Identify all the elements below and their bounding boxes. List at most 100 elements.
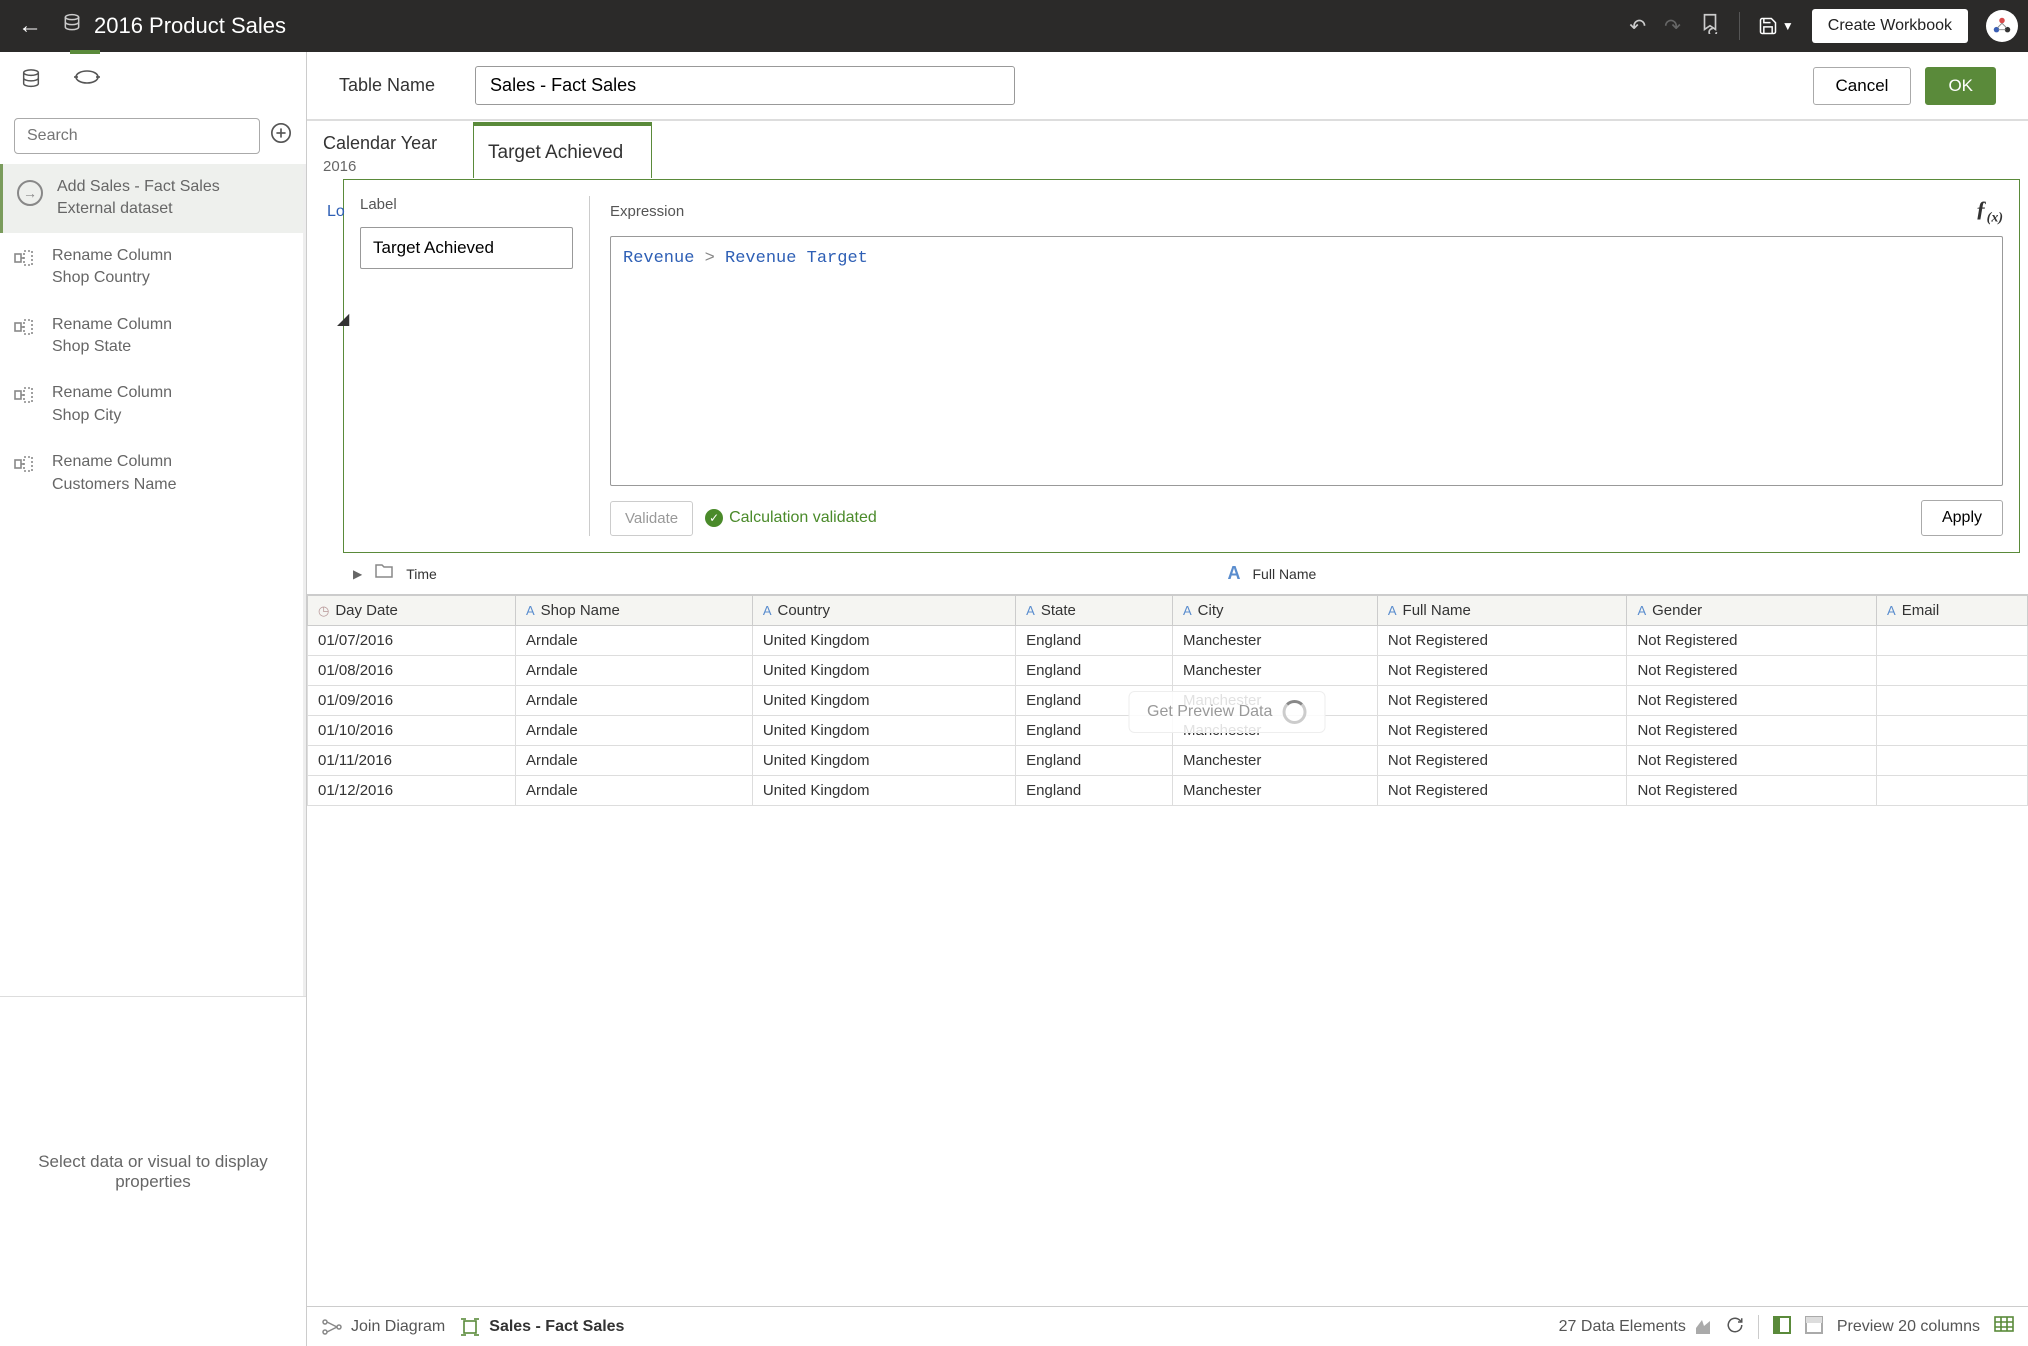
column-header[interactable]: AState [1016, 596, 1173, 626]
table-cell: Not Registered [1627, 686, 1877, 716]
text-type-icon: A [1637, 603, 1646, 618]
table-cell: Not Registered [1377, 776, 1627, 806]
active-table-tab[interactable]: Sales - Fact Sales [459, 1318, 624, 1336]
column-header[interactable]: ◷Day Date [308, 596, 516, 626]
table-row[interactable]: 01/08/2016ArndaleUnited KingdomEnglandMa… [308, 656, 2028, 686]
tab-target-achieved[interactable]: Target Achieved [473, 122, 652, 178]
table-cell [1877, 626, 2028, 656]
table-cell: Not Registered [1377, 686, 1627, 716]
step-item[interactable]: Rename ColumnCustomers Name [0, 439, 303, 508]
sidebar-tab-steps-icon[interactable] [70, 64, 104, 100]
step-item[interactable]: Rename ColumnShop State [0, 302, 303, 371]
truncated-text: Lo [327, 203, 345, 221]
table-cell: United Kingdom [752, 686, 1015, 716]
text-type-icon: A [763, 603, 772, 618]
step-item[interactable]: → Add Sales - Fact SalesExternal dataset [0, 164, 303, 233]
table-cell: Arndale [515, 746, 752, 776]
group-time[interactable]: ▶ Time [323, 563, 1138, 584]
table-cell: England [1016, 626, 1173, 656]
text-type-icon: A [1228, 563, 1241, 584]
column-fullname-header[interactable]: A Full Name [1178, 563, 2013, 584]
expression-editor[interactable]: Revenue > Revenue Target [610, 236, 2003, 486]
table-cell: 01/11/2016 [308, 746, 516, 776]
table-name-input[interactable] [475, 66, 1015, 105]
text-type-icon: A [1887, 603, 1896, 618]
properties-placeholder: Select data or visual to display propert… [0, 996, 306, 1346]
table-cell: Not Registered [1627, 716, 1877, 746]
table-cell: 01/07/2016 [308, 626, 516, 656]
rename-column-icon [14, 386, 38, 409]
apply-button[interactable]: Apply [1921, 500, 2003, 536]
table-cell: Not Registered [1627, 626, 1877, 656]
grid-icon[interactable] [1994, 1316, 2014, 1337]
layout-left-icon[interactable] [1773, 1316, 1791, 1337]
column-context: Calendar Year 2016 [323, 121, 473, 179]
step-item[interactable]: Rename ColumnShop Country [0, 233, 303, 302]
table-cell: England [1016, 746, 1173, 776]
table-cell [1877, 776, 2028, 806]
table-cell: Arndale [515, 626, 752, 656]
step-item[interactable]: Rename ColumnShop City [0, 370, 303, 439]
table-cell: United Kingdom [752, 716, 1015, 746]
sidebar-tab-data-icon[interactable] [16, 64, 46, 100]
table-cell: Not Registered [1377, 626, 1627, 656]
check-circle-icon: ✓ [705, 509, 723, 527]
spinner-icon [1282, 700, 1306, 724]
fx-icon[interactable]: ƒ(x) [1976, 196, 2003, 226]
column-header[interactable]: AShop Name [515, 596, 752, 626]
table-cell: Not Registered [1627, 776, 1877, 806]
table-cell [1877, 746, 2028, 776]
table-row[interactable]: 01/12/2016ArndaleUnited KingdomEnglandMa… [308, 776, 2028, 806]
table-cell: Arndale [515, 656, 752, 686]
table-cell: Not Registered [1627, 746, 1877, 776]
table-cell: United Kingdom [752, 656, 1015, 686]
search-input[interactable] [14, 118, 260, 154]
column-header[interactable]: AEmail [1877, 596, 2028, 626]
steps-list: → Add Sales - Fact SalesExternal dataset… [0, 164, 306, 996]
undo-icon[interactable]: ↶ [1629, 14, 1646, 39]
app-logo-icon[interactable] [1986, 10, 2018, 42]
table-cell: 01/12/2016 [308, 776, 516, 806]
validation-status: ✓ Calculation validated [705, 509, 877, 527]
table-cell: Not Registered [1377, 746, 1627, 776]
table-row[interactable]: 01/11/2016ArndaleUnited KingdomEnglandMa… [308, 746, 2028, 776]
label-input[interactable] [360, 227, 573, 269]
table-cell: Manchester [1172, 656, 1377, 686]
back-arrow-icon[interactable]: ← [10, 12, 50, 40]
table-cell: 01/10/2016 [308, 716, 516, 746]
page-title: 2016 Product Sales [94, 13, 286, 39]
table-cell: Arndale [515, 686, 752, 716]
column-header[interactable]: ACity [1172, 596, 1377, 626]
rename-column-icon [14, 318, 38, 341]
database-icon [62, 13, 82, 39]
table-cell: Not Registered [1377, 656, 1627, 686]
bottom-bar: Join Diagram Sales - Fact Sales 27 Data … [307, 1306, 2028, 1346]
expression-title: Expression [610, 203, 684, 220]
ok-button[interactable]: OK [1925, 67, 1996, 105]
text-type-icon: A [1183, 603, 1192, 618]
save-dropdown[interactable]: ▼ [1758, 16, 1794, 36]
create-workbook-button[interactable]: Create Workbook [1812, 9, 1968, 43]
expression-panel: Label Expression ƒ(x) Revenue > Revenue … [343, 179, 2020, 553]
bookmark-refresh-icon[interactable] [1699, 12, 1721, 40]
join-diagram-tab[interactable]: Join Diagram [321, 1318, 445, 1336]
column-header[interactable]: AGender [1627, 596, 1877, 626]
validate-button[interactable]: Validate [610, 501, 693, 536]
layout-top-icon[interactable] [1805, 1316, 1823, 1337]
cancel-button[interactable]: Cancel [1813, 67, 1912, 105]
app-header: ← 2016 Product Sales ↶ ↷ ▼ Create Workbo… [0, 0, 2028, 52]
add-step-icon[interactable] [270, 122, 292, 150]
table-name-label: Table Name [339, 75, 435, 96]
column-header[interactable]: ACountry [752, 596, 1015, 626]
table-name-row: Table Name Cancel OK [307, 52, 2028, 121]
table-cell: Manchester [1172, 626, 1377, 656]
table-row[interactable]: 01/07/2016ArndaleUnited KingdomEnglandMa… [308, 626, 2028, 656]
refresh-icon[interactable] [1726, 1316, 1744, 1337]
preview-loading-overlay: Get Preview Data [1128, 691, 1325, 733]
table-cell: 01/08/2016 [308, 656, 516, 686]
rename-column-icon [14, 455, 38, 478]
table-cell [1877, 686, 2028, 716]
expand-icon[interactable]: ▶ [353, 567, 362, 581]
text-type-icon: A [526, 603, 535, 618]
column-header[interactable]: AFull Name [1377, 596, 1627, 626]
